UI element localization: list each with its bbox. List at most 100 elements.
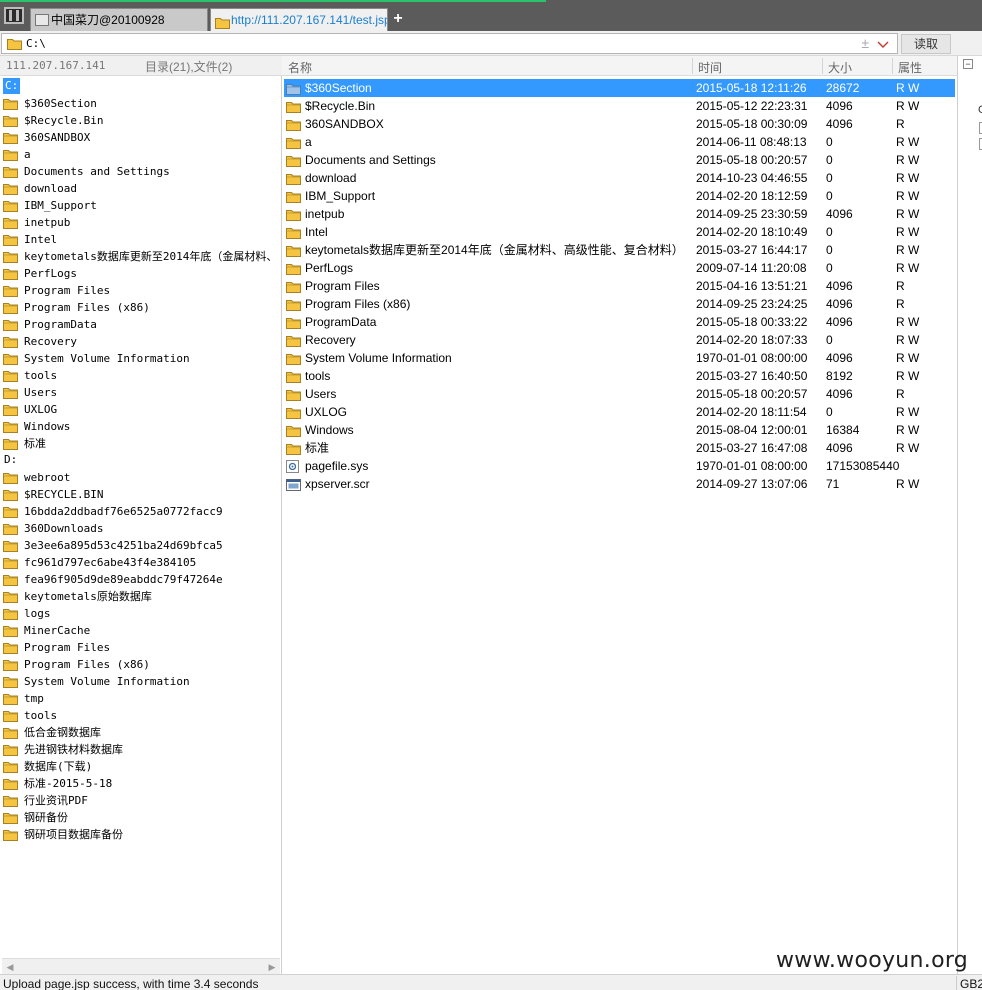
file-row[interactable]: Intel 2014-02-20 18:10:49 0 R W [284, 223, 955, 241]
tree-item[interactable]: Users [0, 384, 281, 401]
tree-item[interactable]: $360Section [0, 95, 281, 112]
file-row[interactable]: tools 2015-03-27 16:40:50 8192 R W [284, 367, 955, 385]
tree-item[interactable]: $Recycle.Bin [0, 112, 281, 129]
new-tab-plus-icon[interactable]: + [391, 9, 405, 29]
plus-minus-icon[interactable]: ± [861, 35, 869, 51]
file-row[interactable]: $Recycle.Bin 2015-05-12 22:23:31 4096 R W [284, 97, 955, 115]
file-row[interactable]: Documents and Settings 2015-05-18 00:20:5… [284, 151, 955, 169]
column-header-attr[interactable]: 属性 [898, 59, 922, 76]
tree-item[interactable]: Documents and Settings [0, 163, 281, 180]
tree-item[interactable]: fea96f905d9de89eabddc79f47264e [0, 571, 281, 588]
column-divider[interactable] [822, 58, 823, 74]
column-divider[interactable] [892, 58, 893, 74]
tree-item[interactable]: 标准-2015-5-18 [0, 775, 281, 792]
file-row[interactable]: download 2014-10-23 04:46:55 0 R W [284, 169, 955, 187]
tree-item[interactable]: fc961d797ec6abe43f4e384105 [0, 554, 281, 571]
tree-item[interactable]: 数据库(下载) [0, 758, 281, 775]
column-header-name[interactable]: 名称 [288, 59, 312, 76]
tree-item[interactable]: System Volume Information [0, 350, 281, 367]
file-row[interactable]: 360SANDBOX 2015-05-18 00:30:09 4096 R [284, 115, 955, 133]
tree-item[interactable]: logs [0, 605, 281, 622]
tree-item[interactable]: Windows [0, 418, 281, 435]
tree-item[interactable]: ProgramData [0, 316, 281, 333]
file-row[interactable]: UXLOG 2014-02-20 18:11:54 0 R W [284, 403, 955, 421]
tree-item[interactable]: tools [0, 707, 281, 724]
tab-home[interactable]: 中国菜刀@20100928 [30, 8, 208, 31]
tree-item[interactable]: 360Downloads [0, 520, 281, 537]
tree-item[interactable]: webroot [0, 469, 281, 486]
tree-item-label: $360Section [24, 97, 97, 110]
file-row[interactable]: 标准 2015-03-27 16:47:08 4096 R W [284, 439, 955, 457]
tree-item[interactable]: tools [0, 367, 281, 384]
column-header-size[interactable]: 大小 [828, 59, 852, 76]
tree-item[interactable]: tmp [0, 690, 281, 707]
file-size: 0 [826, 405, 833, 419]
tree-item[interactable]: inetpub [0, 214, 281, 231]
chevron-down-icon[interactable] [877, 34, 889, 57]
drive-d[interactable]: D: [4, 452, 17, 468]
tree-item[interactable]: 16bdda2ddbadf76e6525a0772facc9 [0, 503, 281, 520]
file-size: 17153085440 [826, 459, 900, 473]
tree-item[interactable]: 360SANDBOX [0, 129, 281, 146]
path-input[interactable]: C:\ ± [1, 33, 898, 54]
file-time: 2015-05-18 00:20:57 [696, 153, 808, 167]
tree-item[interactable]: System Volume Information [0, 673, 281, 690]
encoding-indicator[interactable]: GB2 [956, 976, 982, 990]
file-row[interactable]: $360Section 2015-05-18 12:11:26 28672 R W [284, 79, 955, 97]
file-row[interactable]: pagefile.sys 1970-01-01 08:00:00 171530854… [284, 457, 955, 475]
tree-item-label: UXLOG [24, 403, 58, 416]
tree-header: 111.207.167.141 目录(21),文件(2) [0, 56, 282, 76]
file-attr: R W [896, 369, 920, 383]
scroll-left-icon[interactable]: ◀ [4, 961, 16, 973]
file-size: 4096 [826, 297, 853, 311]
tree-item[interactable]: 行业资讯PDF [0, 792, 281, 809]
tree-item[interactable]: Program Files [0, 639, 281, 656]
tree-item[interactable]: Program Files [0, 282, 281, 299]
tree-item[interactable]: UXLOG [0, 401, 281, 418]
file-row[interactable]: xpserver.scr 2014-09-27 13:07:06 71 R W [284, 475, 955, 493]
scroll-right-icon[interactable]: ▶ [266, 961, 278, 973]
file-row[interactable]: Program Files 2015-04-16 13:51:21 4096 R [284, 277, 955, 295]
file-name: download [305, 171, 357, 185]
tree-item-label: Program Files (x86) [24, 301, 150, 314]
tree-item[interactable]: 钢研备份 [0, 809, 281, 826]
column-header-time[interactable]: 时间 [698, 59, 722, 76]
tree-item[interactable]: IBM_Support [0, 197, 281, 214]
tree-item[interactable]: 低合金钢数据库 [0, 724, 281, 741]
tab-webshell[interactable]: http://111.207.167.141/test.jsp [210, 8, 388, 31]
file-row[interactable]: a 2014-06-11 08:48:13 0 R W [284, 133, 955, 151]
tree-item[interactable]: MinerCache [0, 622, 281, 639]
tree-item[interactable]: PerfLogs [0, 265, 281, 282]
collapse-icon[interactable]: − [963, 59, 973, 69]
tree-item[interactable]: $RECYCLE.BIN [0, 486, 281, 503]
file-row[interactable]: System Volume Information 1970-01-01 08:0… [284, 349, 955, 367]
tree-item[interactable]: 3e3ee6a895d53c4251ba24d69bfca5 [0, 537, 281, 554]
app-menu-icon[interactable] [4, 7, 24, 24]
tree-item[interactable]: 标准 [0, 435, 281, 452]
tree-item[interactable]: 钢研项目数据库备份 [0, 826, 281, 843]
file-row[interactable]: ProgramData 2015-05-18 00:33:22 4096 R W [284, 313, 955, 331]
file-row[interactable]: IBM_Support 2014-02-20 18:12:59 0 R W [284, 187, 955, 205]
tree-item[interactable]: a [0, 146, 281, 163]
tree-item[interactable]: keytometals数据库更新至2014年底（金属材料、 [0, 248, 281, 265]
file-time: 1970-01-01 08:00:00 [696, 351, 808, 365]
tree-item[interactable]: Intel [0, 231, 281, 248]
column-divider[interactable] [692, 58, 693, 74]
tree-item[interactable]: keytometals原始数据库 [0, 588, 281, 605]
drive-c[interactable]: C: [3, 78, 21, 94]
tree-item[interactable]: Program Files (x86) [0, 299, 281, 316]
file-row[interactable]: Users 2015-05-18 00:20:57 4096 R [284, 385, 955, 403]
tree-item[interactable]: Program Files (x86) [0, 656, 281, 673]
file-attr: R W [896, 99, 920, 113]
file-row[interactable]: keytometals数据库更新至2014年底（金属材料、高级性能、复合材料） 2… [284, 241, 955, 259]
file-row[interactable]: Recovery 2014-02-20 18:07:33 0 R W [284, 331, 955, 349]
file-row[interactable]: PerfLogs 2009-07-14 11:20:08 0 R W [284, 259, 955, 277]
tree-item[interactable]: download [0, 180, 281, 197]
tree-item[interactable]: Recovery [0, 333, 281, 350]
read-button[interactable]: 读取 [901, 34, 951, 54]
file-row[interactable]: Windows 2015-08-04 12:00:01 16384 R W [284, 421, 955, 439]
tree-horizontal-scrollbar[interactable]: ◀ ▶ [2, 958, 280, 974]
file-row[interactable]: inetpub 2014-09-25 23:30:59 4096 R W [284, 205, 955, 223]
file-row[interactable]: Program Files (x86) 2014-09-25 23:24:25 40… [284, 295, 955, 313]
tree-item[interactable]: 先进钢铁材料数据库 [0, 741, 281, 758]
